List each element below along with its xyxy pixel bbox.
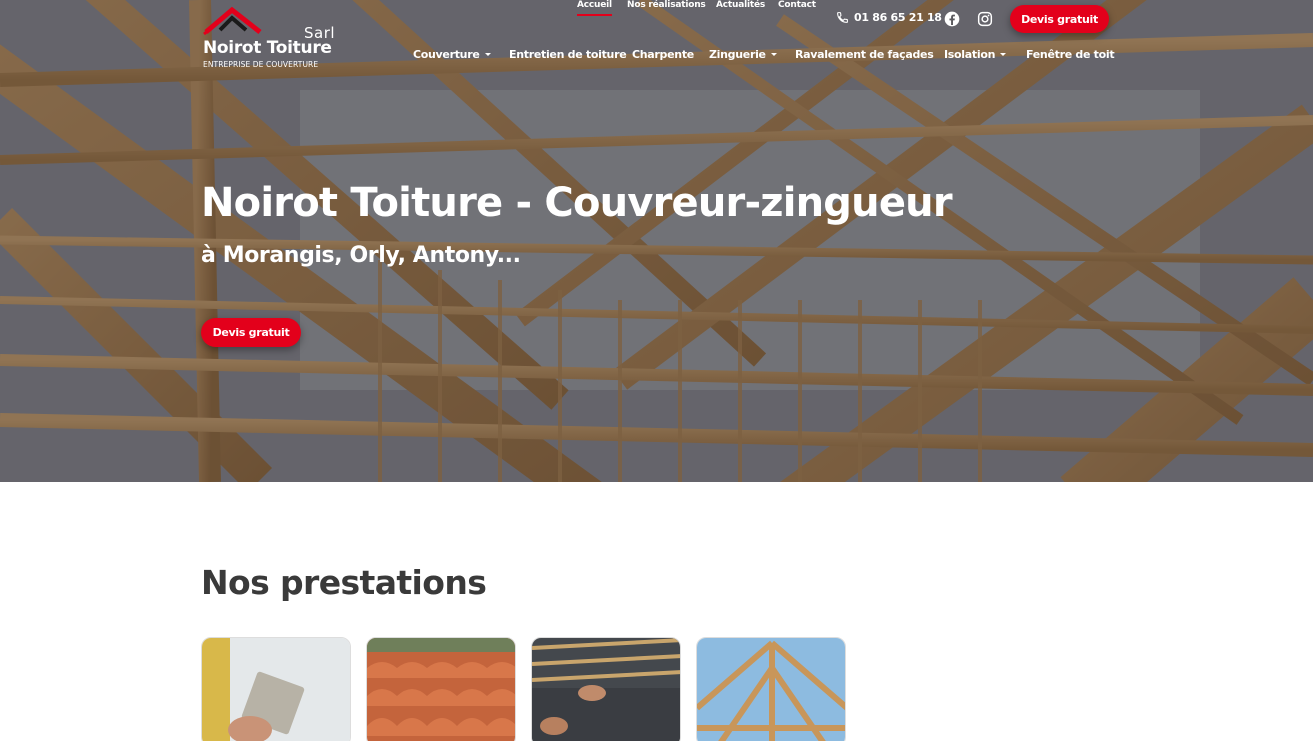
service-card-tuiles[interactable] [366, 637, 516, 741]
toplink-realisations[interactable]: Nos réalisations [627, 0, 706, 10]
logo-name: Noirot Toiture [203, 38, 332, 58]
nav-item-label: Entretien de toiture [509, 48, 627, 61]
nav-item-label: Charpente [632, 48, 694, 61]
service-card-ardoise[interactable] [531, 637, 681, 741]
hero-banner: Sarl Noirot Toiture ENTREPRISE DE COUVER… [0, 0, 1313, 482]
nav-item-label: Ravalement de façades [795, 48, 934, 61]
facebook-icon[interactable] [944, 11, 960, 27]
nav-item-label: Isolation [944, 48, 996, 61]
toplink-contact[interactable]: Contact [778, 0, 816, 10]
nav-item-zinguerie[interactable]: Zinguerie [709, 48, 777, 61]
service-card-charpente[interactable] [696, 637, 846, 741]
phone-icon [837, 12, 848, 23]
roof-logo-icon [203, 6, 262, 36]
toplink-actualites[interactable]: Actualités [716, 0, 765, 10]
ravalement-image [202, 638, 350, 741]
nav-item-label: Couverture [413, 48, 480, 61]
charpente-image [697, 638, 845, 741]
phone-number: 01 86 65 21 18 [854, 11, 942, 24]
nav-item-entretien[interactable]: Entretien de toiture [509, 48, 627, 61]
nav-item-label: Fenêtre de toit [1026, 48, 1115, 61]
nav-item-ravalement[interactable]: Ravalement de façades [795, 48, 934, 61]
logo-tagline: ENTREPRISE DE COUVERTURE [203, 60, 319, 69]
toplink-accueil[interactable]: Accueil [577, 0, 612, 16]
caret-down-icon [1000, 53, 1007, 56]
tuiles-image [367, 638, 515, 741]
caret-down-icon [770, 53, 777, 56]
caret-down-icon [484, 53, 491, 56]
roof-framework-background [0, 0, 1313, 482]
nav-item-charpente[interactable]: Charpente [632, 48, 694, 61]
service-card-ravalement[interactable] [201, 637, 351, 741]
devis-gratuit-header-button[interactable]: Devis gratuit [1010, 5, 1109, 33]
nav-item-couverture[interactable]: Couverture [413, 48, 491, 61]
hero-subtitle: à Morangis, Orly, Antony... [201, 243, 521, 268]
services-title: Nos prestations [201, 563, 487, 602]
instagram-icon[interactable] [977, 11, 993, 27]
nav-item-label: Zinguerie [709, 48, 766, 61]
phone-link[interactable]: 01 86 65 21 18 [836, 11, 942, 24]
company-logo[interactable]: Sarl Noirot Toiture ENTREPRISE DE COUVER… [200, 6, 340, 70]
nav-item-fenetre[interactable]: Fenêtre de toit [1026, 48, 1115, 61]
ardoise-image [532, 638, 680, 741]
hero-title: Noirot Toiture - Couvreur-zingueur [201, 180, 953, 226]
nav-item-isolation[interactable]: Isolation [944, 48, 1007, 61]
devis-gratuit-hero-button[interactable]: Devis gratuit [201, 318, 301, 347]
